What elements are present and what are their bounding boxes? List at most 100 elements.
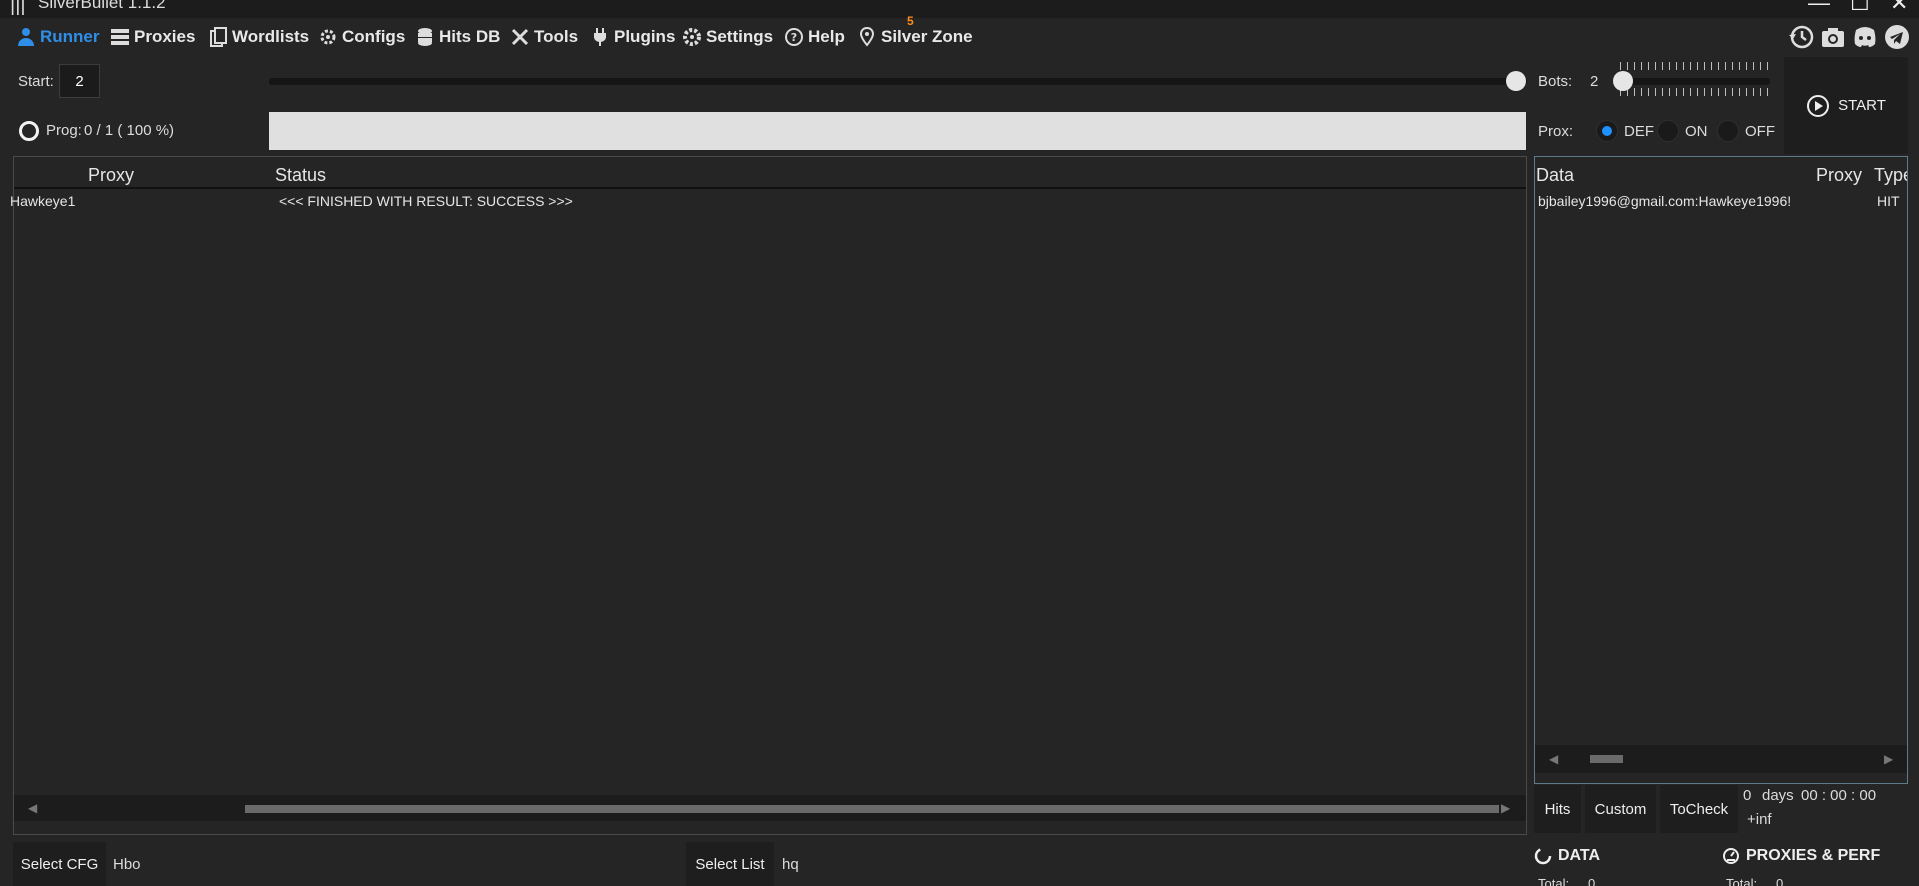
prox-option-on: ON [1685, 123, 1708, 140]
prox-radio-on[interactable] [1657, 120, 1679, 142]
start-slider-track[interactable] [269, 78, 1527, 85]
progress-ring-icon [19, 121, 39, 141]
hits-table: Data Proxy Type bjbailey1996@gmail.com:H… [1534, 156, 1908, 784]
column-header-proxy[interactable]: Proxy [88, 165, 134, 186]
window-title: SilverBullet 1.1.2 [38, 0, 166, 12]
prox-radio-def[interactable] [1596, 120, 1618, 142]
progress-bar [269, 112, 1526, 150]
column-header-hit-proxy[interactable]: Proxy [1816, 165, 1862, 186]
proxies-perf-section-title: PROXIES & PERF [1746, 847, 1881, 864]
start-button-label: START [1838, 97, 1886, 114]
column-header-status[interactable]: Status [275, 165, 326, 186]
start-button[interactable]: START [1784, 57, 1908, 154]
cog-icon [320, 29, 336, 45]
data-total-label: Total: [1538, 876, 1570, 886]
menu-silver-zone[interactable]: Silver Zone [857, 24, 973, 50]
proxies-total-value: 0 [1776, 876, 1784, 886]
row-status-cell: <<< FINISHED WITH RESULT: SUCCESS >>> [279, 193, 573, 209]
list-name: hq [782, 856, 799, 873]
menu-settings-label: Settings [706, 27, 774, 46]
menu-silver-zone-label: Silver Zone [881, 27, 973, 46]
menu-runner[interactable]: Runner [16, 24, 100, 50]
menu-tools[interactable]: Tools [510, 24, 578, 50]
discord-icon[interactable] [1852, 24, 1878, 50]
camera-icon[interactable] [1820, 24, 1846, 50]
cfg-name: Hbo [113, 856, 141, 873]
menu-wordlists-label: Wordlists [232, 27, 310, 46]
hit-type-cell: HIT [1877, 193, 1900, 209]
telegram-icon[interactable] [1884, 24, 1910, 50]
tools-icon [511, 28, 529, 46]
title-bar: ||| SilverBullet 1.1.2 — ☐ ✕ [0, 0, 1919, 18]
menu-proxies[interactable]: Proxies [110, 24, 195, 50]
minimize-button[interactable]: — [1808, 0, 1830, 16]
start-input[interactable]: 2 [59, 64, 100, 98]
scroll-right-icon[interactable]: ▶ [1501, 801, 1510, 815]
column-header-data[interactable]: Data [1536, 165, 1574, 186]
tab-custom[interactable]: Custom [1585, 785, 1656, 833]
maximize-button[interactable]: ☐ [1850, 0, 1870, 16]
history-icon[interactable] [1788, 24, 1814, 50]
select-cfg-button[interactable]: Select CFG [13, 842, 106, 886]
prox-radio-off[interactable] [1717, 120, 1739, 142]
select-list-button[interactable]: Select List [686, 842, 774, 886]
column-header-type[interactable]: Type [1874, 165, 1907, 186]
location-pin-icon [859, 27, 875, 47]
svg-text:?: ? [791, 31, 797, 44]
silver-zone-badge: 5 [907, 14, 914, 28]
header-divider [14, 187, 1526, 189]
prog-label: Prog: [46, 122, 82, 139]
timer-days-value: 0 [1743, 787, 1752, 804]
app-logo-icon: ||| [10, 0, 26, 16]
help-icon: ? [785, 28, 803, 46]
prox-label: Prox: [1538, 123, 1574, 140]
tab-tocheck[interactable]: ToCheck [1660, 785, 1738, 833]
bots-slider-ticks-top [1620, 62, 1770, 70]
timer-clock: 00 : 00 : 00 [1801, 787, 1877, 804]
scrollbar-thumb[interactable] [245, 805, 1499, 813]
data-section-title: DATA [1558, 847, 1601, 864]
close-button[interactable]: ✕ [1890, 0, 1908, 16]
menu-tools-label: Tools [534, 27, 579, 46]
refresh-icon [1534, 847, 1552, 865]
menu-configs-label: Configs [342, 27, 406, 46]
main-menu-bar: Runner Proxies Wordlists Configs Hits DB… [0, 18, 1919, 56]
prox-option-def: DEF [1624, 123, 1654, 140]
menu-settings[interactable]: Settings [682, 24, 773, 50]
runner-table: Proxy Status Hawkeye1 <<< FINISHED WITH … [10, 156, 1527, 835]
bots-slider-ticks-bottom [1620, 88, 1770, 96]
row-data-cell: Hawkeye1 [10, 193, 76, 209]
play-circle-icon [1807, 94, 1830, 117]
bots-value: 2 [1590, 73, 1599, 90]
hits-scrollbar-thumb[interactable] [1590, 755, 1623, 763]
plug-icon [594, 28, 606, 46]
menu-plugins[interactable]: Plugins [590, 24, 675, 50]
menu-wordlists[interactable]: Wordlists [208, 24, 309, 50]
hits-scroll-left-icon[interactable]: ◀ [1549, 752, 1558, 766]
tab-hits[interactable]: Hits [1534, 785, 1581, 833]
prox-option-off: OFF [1745, 123, 1775, 140]
bots-label: Bots: [1538, 73, 1573, 90]
hits-horizontal-scrollbar[interactable]: ◀ ▶ [1535, 745, 1907, 773]
start-label: Start: [18, 73, 54, 90]
timer-rate: +inf [1747, 811, 1772, 828]
horizontal-scrollbar[interactable]: ◀ ▶ [14, 795, 1526, 821]
data-total-value: 0 [1588, 876, 1596, 886]
runner-icon [18, 28, 34, 46]
database-icon [418, 28, 432, 46]
menu-hits-db[interactable]: Hits DB [415, 24, 500, 50]
bots-slider-track[interactable] [1616, 78, 1770, 85]
data-section-header: DATA [1534, 847, 1600, 865]
hit-data-cell: bjbailey1996@gmail.com:Hawkeye1996! [1538, 193, 1792, 209]
menu-help-label: Help [808, 27, 845, 46]
menu-help[interactable]: ? Help [784, 24, 845, 50]
timer-days-label: days [1762, 787, 1794, 804]
start-slider-thumb[interactable] [1506, 71, 1526, 91]
proxies-perf-section-header: PROXIES & PERF [1722, 847, 1880, 865]
menu-plugins-label: Plugins [614, 27, 676, 46]
hits-scroll-right-icon[interactable]: ▶ [1884, 752, 1893, 766]
menu-configs[interactable]: Configs [318, 24, 405, 50]
bots-slider-thumb[interactable] [1613, 71, 1633, 91]
scroll-left-icon[interactable]: ◀ [28, 801, 37, 815]
menu-runner-label: Runner [40, 27, 100, 46]
